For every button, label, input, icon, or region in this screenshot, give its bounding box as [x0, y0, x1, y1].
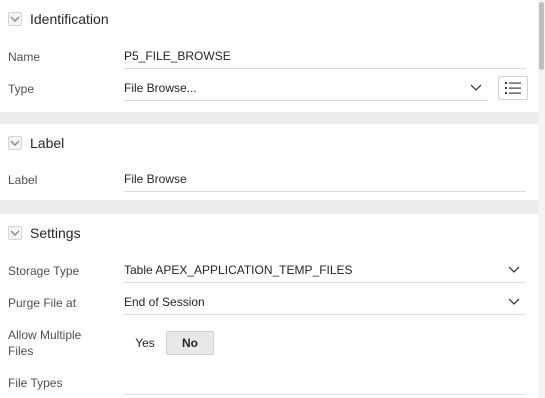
purge-file-value: End of Session [124, 295, 205, 309]
section-title: Settings [30, 225, 81, 241]
identification-header[interactable]: Identification [8, 11, 109, 27]
file-types-label: File Types [8, 376, 63, 390]
chevron-down-icon [508, 298, 520, 305]
chevron-down-icon[interactable] [8, 226, 22, 240]
label-value: File Browse [124, 172, 187, 186]
allow-multiple-label-line1: Allow Multiple [8, 328, 82, 342]
allow-multiple-label-line2: Files [8, 344, 34, 358]
storage-type-value: Table APEX_APPLICATION_TEMP_FILES [124, 263, 353, 277]
type-select[interactable]: File Browse... [124, 78, 488, 101]
chevron-down-icon[interactable] [8, 136, 22, 150]
file-types-field[interactable] [124, 372, 526, 395]
allow-multiple-label: Allow Multiple Files [8, 327, 81, 359]
purge-file-label: Purge File at [8, 296, 77, 310]
settings-header[interactable]: Settings [8, 225, 81, 241]
label-section: Label Label File Browse [0, 124, 538, 200]
label-header[interactable]: Label [8, 135, 64, 151]
name-field[interactable]: P5_FILE_BROWSE [124, 46, 526, 69]
identification-section: Identification Name P5_FILE_BROWSE Type … [0, 0, 538, 112]
chevron-down-icon[interactable] [8, 12, 22, 26]
list-values-button[interactable] [498, 76, 528, 100]
allow-multiple-toggle: Yes No [124, 331, 214, 355]
settings-section: Settings Storage Type Table APEX_APPLICA… [0, 214, 538, 398]
chevron-down-icon [508, 266, 520, 273]
name-label: Name [8, 50, 41, 64]
section-divider [0, 200, 538, 214]
label-field[interactable]: File Browse [124, 169, 526, 192]
list-icon [505, 82, 521, 94]
allow-multiple-yes-button[interactable]: Yes [124, 331, 166, 355]
storage-type-label: Storage Type [8, 264, 80, 278]
chevron-down-icon [470, 84, 482, 91]
section-title: Label [30, 135, 65, 151]
purge-file-select[interactable]: End of Session [124, 292, 526, 315]
name-value: P5_FILE_BROWSE [124, 49, 231, 63]
section-divider [0, 112, 538, 124]
type-label: Type [8, 82, 35, 96]
section-title: Identification [30, 11, 109, 27]
label-label: Label [8, 173, 38, 187]
type-value: File Browse... [124, 81, 197, 95]
storage-type-select[interactable]: Table APEX_APPLICATION_TEMP_FILES [124, 260, 526, 283]
allow-multiple-no-button[interactable]: No [166, 331, 214, 355]
scrollbar-thumb[interactable] [539, 2, 544, 70]
